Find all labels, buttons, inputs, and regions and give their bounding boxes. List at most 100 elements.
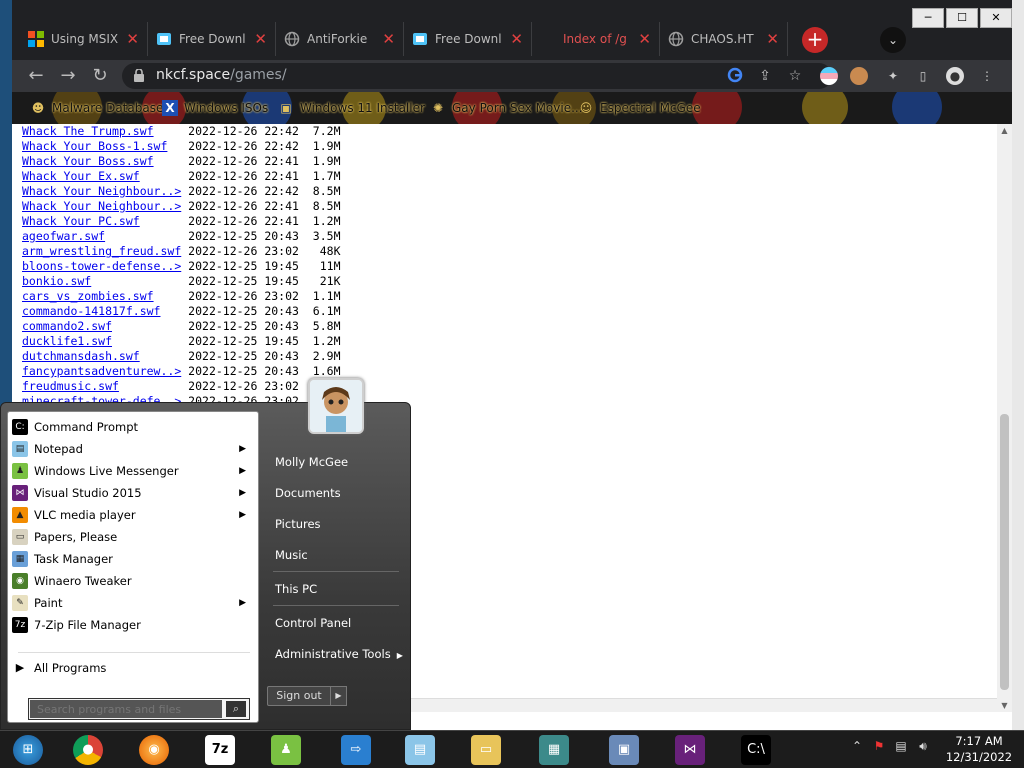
browser-tab[interactable]: Free Downl ✕: [404, 22, 532, 56]
search-icon[interactable]: ⌕: [226, 701, 246, 717]
back-button[interactable]: ←: [24, 64, 48, 88]
start-menu-program[interactable]: ▭ Papers, Please: [12, 526, 256, 548]
bookmark-item[interactable]: ✺ Gay Porn Sex Movie...: [430, 100, 583, 116]
browser-tab[interactable]: Using MSIX ✕: [20, 22, 148, 56]
file-link[interactable]: Whack Your Neighbour..>: [22, 199, 181, 213]
browser-tab[interactable]: Free Downl ✕: [148, 22, 276, 56]
file-link[interactable]: commando-141817f.swf: [22, 304, 160, 318]
start-menu-link-this-pc[interactable]: This PC: [275, 582, 317, 596]
profile-extension-icon[interactable]: [850, 67, 868, 85]
all-programs-button[interactable]: ▶ All Programs: [12, 657, 256, 679]
taskbar-button[interactable]: 7z: [198, 733, 242, 767]
pride-extension-icon[interactable]: [820, 67, 838, 85]
file-link[interactable]: Whack Your Ex.swf: [22, 169, 140, 183]
scrollbar-thumb[interactable]: [1000, 414, 1009, 690]
file-link[interactable]: Whack The Trump.swf: [22, 124, 154, 138]
menu-kebab-icon[interactable]: ⋮: [978, 67, 996, 85]
account-avatar-icon[interactable]: ●: [946, 67, 964, 85]
network-icon[interactable]: ▤: [890, 739, 912, 754]
sign-out-button[interactable]: Sign out: [267, 686, 331, 706]
user-name-link[interactable]: Molly McGee: [275, 455, 348, 469]
taskbar-button[interactable]: ▣: [602, 733, 646, 767]
close-button[interactable]: ✕: [980, 8, 1012, 28]
taskbar-button[interactable]: ◉: [132, 733, 176, 767]
tab-close-icon[interactable]: ✕: [766, 30, 779, 48]
scroll-up-arrow-icon[interactable]: ▲: [997, 126, 1012, 135]
minimize-button[interactable]: ─: [912, 8, 944, 28]
bookmark-item[interactable]: X Windows ISOs: [162, 100, 268, 116]
file-link[interactable]: Whack Your PC.swf: [22, 214, 140, 228]
address-bar[interactable]: nkcf.space/games/ ⇪ ☆: [122, 63, 832, 89]
show-hidden-icons-icon[interactable]: ⌃: [846, 739, 868, 754]
taskbar-button[interactable]: C:\: [734, 733, 778, 767]
program-label: Windows Live Messenger: [34, 464, 179, 478]
file-link[interactable]: Whack Your Neighbour..>: [22, 184, 181, 198]
clock[interactable]: 7:17 AM 12/31/2022: [936, 733, 1022, 765]
start-menu-program[interactable]: ▦ Task Manager: [12, 548, 256, 570]
file-link[interactable]: Whack Your Boss.swf: [22, 154, 154, 168]
tab-close-icon[interactable]: ✕: [254, 30, 267, 48]
start-menu-program[interactable]: ♟ Windows Live Messenger ▶: [12, 460, 256, 482]
file-link[interactable]: arm_wrestling_freud.swf: [22, 244, 181, 258]
taskbar-button[interactable]: ▭: [464, 733, 508, 767]
taskbar-button[interactable]: ⊞: [6, 733, 50, 767]
file-link[interactable]: bloons-tower-defense..>: [22, 259, 181, 273]
browser-tab[interactable]: AntiForkie ✕: [276, 22, 404, 56]
new-tab-button[interactable]: +: [802, 27, 828, 53]
file-link[interactable]: bonkio.swf: [22, 274, 91, 288]
start-menu-link-documents[interactable]: Documents: [275, 486, 341, 500]
tab-close-icon[interactable]: ✕: [510, 30, 523, 48]
file-link[interactable]: fancypantsadventurew..>: [22, 364, 181, 378]
start-menu-program[interactable]: ⋈ Visual Studio 2015 ▶: [12, 482, 256, 504]
start-menu-program[interactable]: ▲ VLC media player ▶: [12, 504, 256, 526]
file-link[interactable]: dutchmansdash.swf: [22, 349, 140, 363]
file-link[interactable]: ducklife1.swf: [22, 334, 112, 348]
tab-close-icon[interactable]: ✕: [382, 30, 395, 48]
start-menu-program[interactable]: C: Command Prompt: [12, 416, 256, 438]
tab-close-icon[interactable]: ✕: [126, 30, 139, 48]
action-center-icon[interactable]: ⚑: [868, 739, 890, 754]
file-link[interactable]: cars_vs_zombies.swf: [22, 289, 154, 303]
file-link[interactable]: Whack Your Boss-1.swf: [22, 139, 167, 153]
reload-button[interactable]: ↻: [88, 64, 112, 88]
taskbar-button[interactable]: ▤: [398, 733, 442, 767]
shutdown-options-button[interactable]: ▶: [330, 686, 347, 706]
volume-icon[interactable]: 🔊︎: [912, 739, 934, 754]
google-lens-icon[interactable]: [726, 67, 744, 85]
tab-close-icon[interactable]: ✕: [638, 30, 651, 48]
file-link[interactable]: ageofwar.swf: [22, 229, 105, 243]
search-input[interactable]: [30, 700, 222, 718]
taskbar-button[interactable]: ▦: [532, 733, 576, 767]
bookmark-item[interactable]: ☺ Espectral McGee: [578, 100, 701, 116]
start-menu-link-control-panel[interactable]: Control Panel: [275, 616, 351, 630]
bookmark-star-icon[interactable]: ☆: [786, 67, 804, 85]
side-panel-icon[interactable]: ▯: [914, 67, 932, 85]
start-menu-program[interactable]: ▤ Notepad ▶: [12, 438, 256, 460]
start-menu-link-administrative-tools[interactable]: Administrative Tools ▶: [275, 647, 403, 661]
maximize-button[interactable]: ☐: [946, 8, 978, 28]
vertical-scrollbar[interactable]: ▲ ▼: [997, 124, 1012, 712]
taskbar-button[interactable]: ⋈: [668, 733, 712, 767]
extensions-puzzle-icon[interactable]: ✦: [884, 67, 902, 85]
bookmark-item[interactable]: ☻ Malware Database: [30, 100, 164, 116]
browser-tab[interactable]: Index of /g ✕: [532, 22, 660, 56]
browser-tab[interactable]: CHAOS.HT ✕: [660, 22, 788, 56]
file-meta: 2022-12-26 23:02 48K: [181, 244, 341, 258]
start-menu-link-music[interactable]: Music: [275, 548, 308, 562]
taskbar-button[interactable]: ⇨: [334, 733, 378, 767]
bookmark-item[interactable]: ▣ Windows 11 Installer: [278, 100, 425, 116]
start-search-box[interactable]: ⌕: [28, 698, 250, 720]
scroll-down-arrow-icon[interactable]: ▼: [997, 701, 1012, 710]
start-menu-program[interactable]: ◉ Winaero Tweaker: [12, 570, 256, 592]
file-link[interactable]: commando2.swf: [22, 319, 112, 333]
taskbar-button[interactable]: ●: [66, 733, 110, 767]
start-menu-program[interactable]: ✎ Paint ▶: [12, 592, 256, 614]
start-menu-program[interactable]: 7z 7-Zip File Manager: [12, 614, 256, 636]
tab-search-button[interactable]: ⌄: [880, 27, 906, 53]
share-icon[interactable]: ⇪: [756, 67, 774, 85]
forward-button[interactable]: →: [56, 64, 80, 88]
start-menu-link-pictures[interactable]: Pictures: [275, 517, 321, 531]
taskbar-button[interactable]: ♟: [264, 733, 308, 767]
user-avatar[interactable]: [308, 378, 364, 434]
file-link[interactable]: freudmusic.swf: [22, 379, 119, 393]
